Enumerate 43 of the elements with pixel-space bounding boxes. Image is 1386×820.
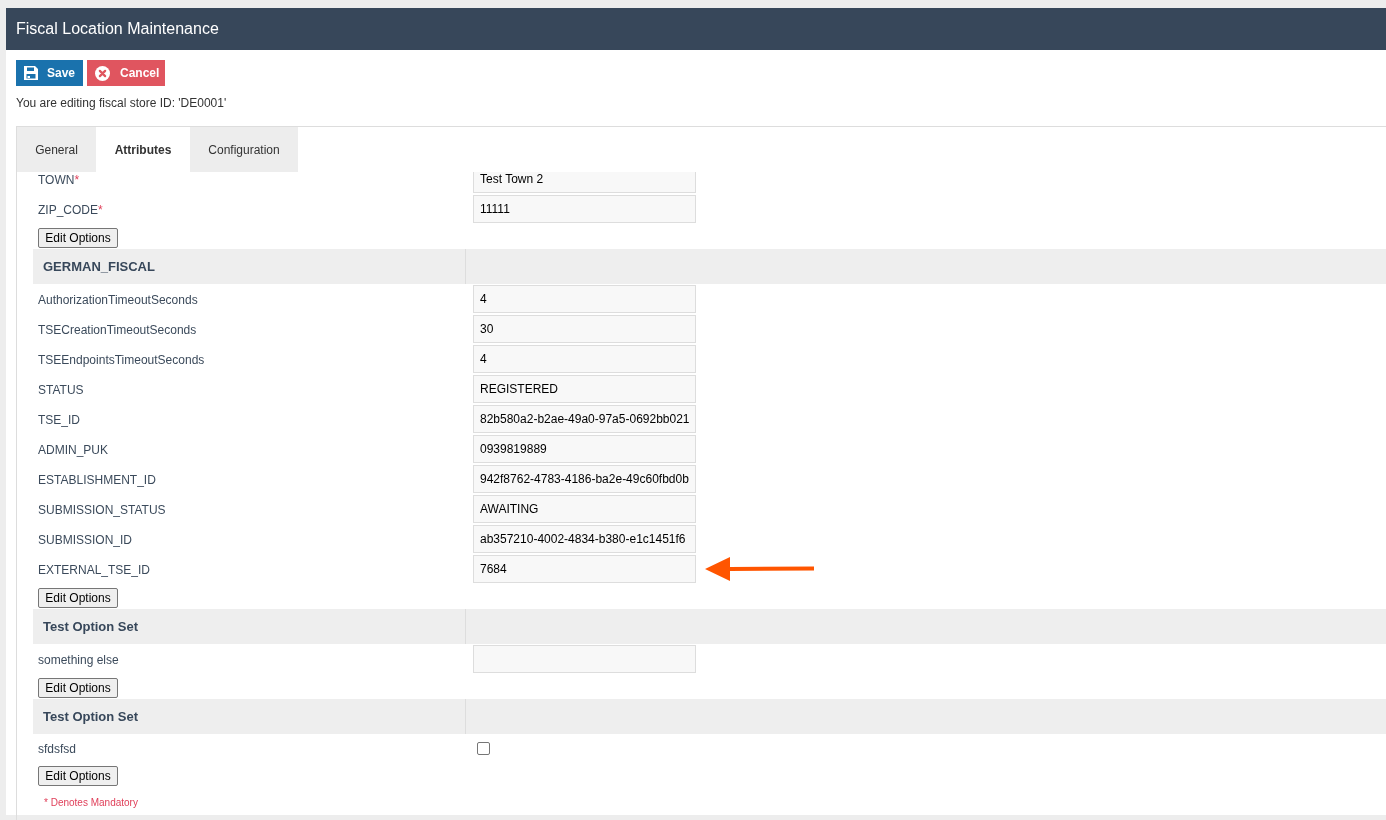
field-label: SUBMISSION_ID: [38, 533, 133, 547]
text-field[interactable]: REGISTERED: [473, 375, 696, 403]
field-label: STATUS: [38, 383, 84, 397]
page-title: Fiscal Location Maintenance: [16, 19, 219, 39]
edit-options-button[interactable]: Edit Options: [38, 766, 118, 786]
text-field[interactable]: 942f8762-4783-4186-ba2e-49c60fbd0b: [473, 465, 696, 493]
field-label: something else: [38, 653, 119, 667]
field-label: TOWN*: [38, 173, 80, 187]
field-label: SUBMISSION_STATUS: [38, 503, 166, 517]
text-field[interactable]: 82b580a2-b2ae-49a0-97a5-0692bb021: [473, 405, 696, 433]
text-field[interactable]: AWAITING: [473, 495, 696, 523]
text-field[interactable]: 4: [473, 285, 696, 313]
tab[interactable]: General: [17, 127, 96, 172]
field-label: EXTERNAL_TSE_ID: [38, 563, 151, 577]
mandatory-note: * Denotes Mandatory: [44, 797, 138, 808]
cancel-button[interactable]: Cancel: [87, 60, 165, 86]
field-label: AuthorizationTimeoutSeconds: [38, 293, 198, 307]
editing-notice: You are editing fiscal store ID: 'DE0001': [16, 95, 227, 112]
section-title: Test Option Set: [43, 617, 139, 636]
field-label: ESTABLISHMENT_ID: [38, 473, 156, 487]
section-title: Test Option Set: [43, 707, 139, 726]
edit-options-button[interactable]: Edit Options: [38, 228, 118, 248]
text-field[interactable]: ab357210-4002-4834-b380-e1c1451f6: [473, 525, 696, 553]
x-circle-icon: [95, 65, 110, 81]
field-label: TSE_ID: [38, 413, 80, 427]
text-field[interactable]: 0939819889: [473, 435, 696, 463]
field-label: ADMIN_PUK: [38, 443, 108, 457]
edit-options-button[interactable]: Edit Options: [38, 588, 118, 608]
text-field[interactable]: Test Town 2: [473, 172, 696, 193]
text-field[interactable]: 30: [473, 315, 696, 343]
text-field[interactable]: 11111: [473, 195, 696, 223]
field-label: ZIP_CODE*: [38, 203, 103, 217]
field-label: TSECreationTimeoutSeconds: [38, 323, 197, 337]
section-title: GERMAN_FISCAL: [43, 257, 155, 276]
text-field[interactable]: [473, 645, 696, 673]
tab[interactable]: Configuration: [190, 127, 298, 172]
edit-options-button[interactable]: Edit Options: [38, 678, 118, 698]
field-label: sfdsfsd: [38, 742, 76, 756]
save-button[interactable]: Save: [16, 60, 83, 86]
field-label: TSEEndpointsTimeoutSeconds: [38, 353, 205, 367]
text-field[interactable]: 4: [473, 345, 696, 373]
text-field[interactable]: 7684: [473, 555, 696, 583]
checkbox[interactable]: [477, 741, 490, 755]
